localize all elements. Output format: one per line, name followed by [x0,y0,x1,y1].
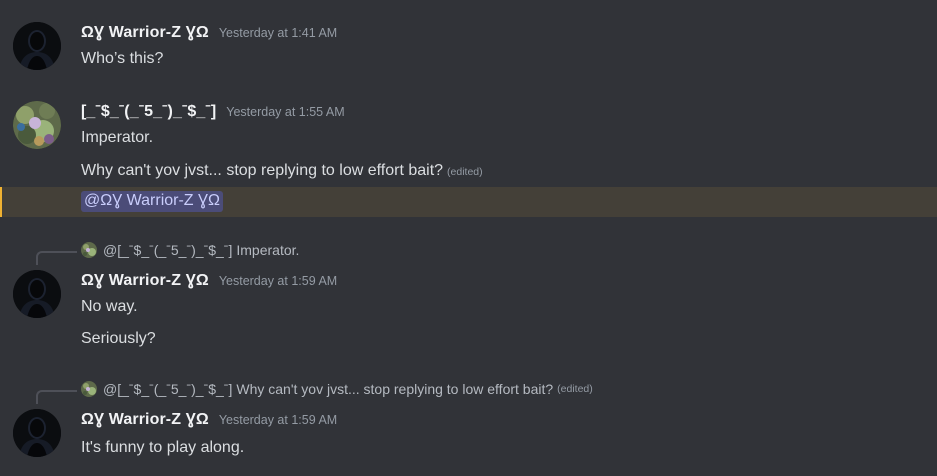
reply-reference[interactable]: @[_ˉ$_ˉ(_ˉ5_ˉ)_ˉ$_ˉ] Imperator. [81,242,299,258]
message-timestamp[interactable]: Yesterday at 1:41 AM [219,26,337,40]
mention-highlight-bar [0,187,2,217]
message-text: Imperator. [81,129,154,146]
reply-author-avatar [81,381,97,397]
message-timestamp[interactable]: Yesterday at 1:59 AM [219,274,337,288]
user-avatar-warrior[interactable] [13,409,61,457]
message-text: No way. [81,298,138,315]
message-text: It's funny to play along. [81,439,245,456]
user-avatar-dollar[interactable] [13,101,61,149]
message-text: Why can't yov jvst... stop replying to l… [81,162,444,179]
username[interactable]: ΩƔ Warrior-Z ƔΩ [81,272,209,290]
username[interactable]: ΩƔ Warrior-Z ƔΩ [81,24,209,42]
username[interactable]: ΩƔ Warrior-Z ƔΩ [81,411,209,429]
reply-author-name[interactable]: @[_ˉ$_ˉ(_ˉ5_ˉ)_ˉ$_ˉ] [103,381,232,397]
message-timestamp[interactable]: Yesterday at 1:59 AM [219,413,337,427]
message-timestamp[interactable]: Yesterday at 1:55 AM [226,105,344,119]
chat-message-list[interactable]: ΩƔ Warrior-Z ƔΩ Yesterday at 1:41 AM Who… [0,0,937,476]
edited-label: (edited) [557,383,593,395]
user-avatar-warrior[interactable] [13,22,61,70]
mention-highlight-row: @ΩƔ Warrior-Z ƔΩ [0,187,937,217]
message-text: Seriously? [81,330,156,347]
reply-author-avatar [81,242,97,258]
reply-preview-text[interactable]: Why can't yov jvst... stop replying to l… [236,381,553,397]
reply-reference[interactable]: @[_ˉ$_ˉ(_ˉ5_ˉ)_ˉ$_ˉ] Why can't yov jvst.… [81,381,593,397]
edited-label: (edited) [447,166,483,178]
user-avatar-warrior[interactable] [13,270,61,318]
reply-spine [36,390,77,404]
user-mention[interactable]: @ΩƔ Warrior-Z ƔΩ [81,191,223,212]
reply-author-name[interactable]: @[_ˉ$_ˉ(_ˉ5_ˉ)_ˉ$_ˉ] [103,242,232,258]
username[interactable]: [_ˉ$_ˉ(_ˉ5_ˉ)_ˉ$_ˉ] [81,103,216,121]
message-text-edited: Why can't yov jvst... stop replying to l… [81,162,483,180]
message-text: Who’s this? [81,50,164,67]
reply-preview-text[interactable]: Imperator. [236,242,299,258]
reply-spine [36,251,77,265]
